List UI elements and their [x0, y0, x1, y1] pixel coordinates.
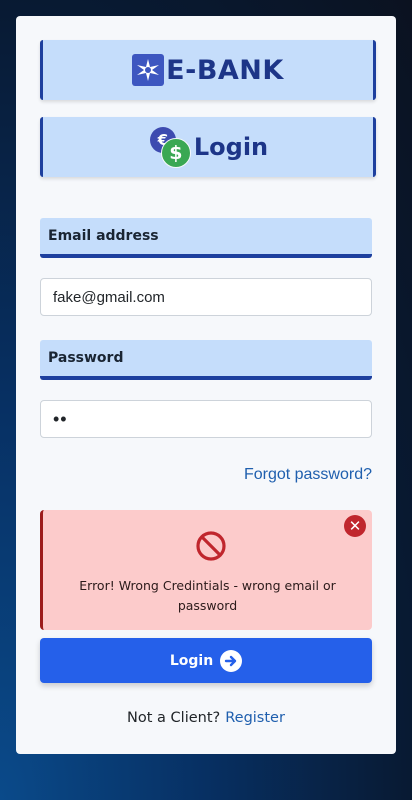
password-label: Password — [40, 340, 372, 380]
email-field[interactable] — [40, 278, 372, 316]
email-label: Email address — [40, 218, 372, 258]
close-icon[interactable]: ✕ — [344, 515, 366, 537]
prohibited-icon — [196, 531, 226, 561]
star-burst-logo-icon — [132, 54, 165, 86]
login-button[interactable]: Login — [40, 638, 372, 683]
login-button-label: Login — [169, 652, 214, 669]
currency-coins-icon: € $ — [148, 127, 191, 168]
forgot-password-link[interactable]: Forgot password? — [244, 466, 372, 484]
register-link[interactable]: Register — [225, 710, 285, 726]
register-prompt: Not a Client? Register — [16, 710, 396, 726]
page-title-banner: € $ Login — [40, 117, 376, 177]
password-field[interactable] — [40, 400, 372, 438]
brand-banner: E-BANK — [40, 40, 376, 100]
login-card: E-BANK € $ Login Email address Password … — [16, 16, 396, 754]
error-alert: ✕ Error! Wrong Credintials - wrong email… — [40, 510, 372, 630]
brand-name: E-BANK — [166, 54, 284, 86]
arrow-right-circle-icon — [220, 649, 243, 672]
register-prompt-text: Not a Client? — [127, 710, 221, 726]
page-title: Login — [193, 133, 269, 161]
error-message: Error! Wrong Credintials - wrong email o… — [79, 578, 336, 613]
